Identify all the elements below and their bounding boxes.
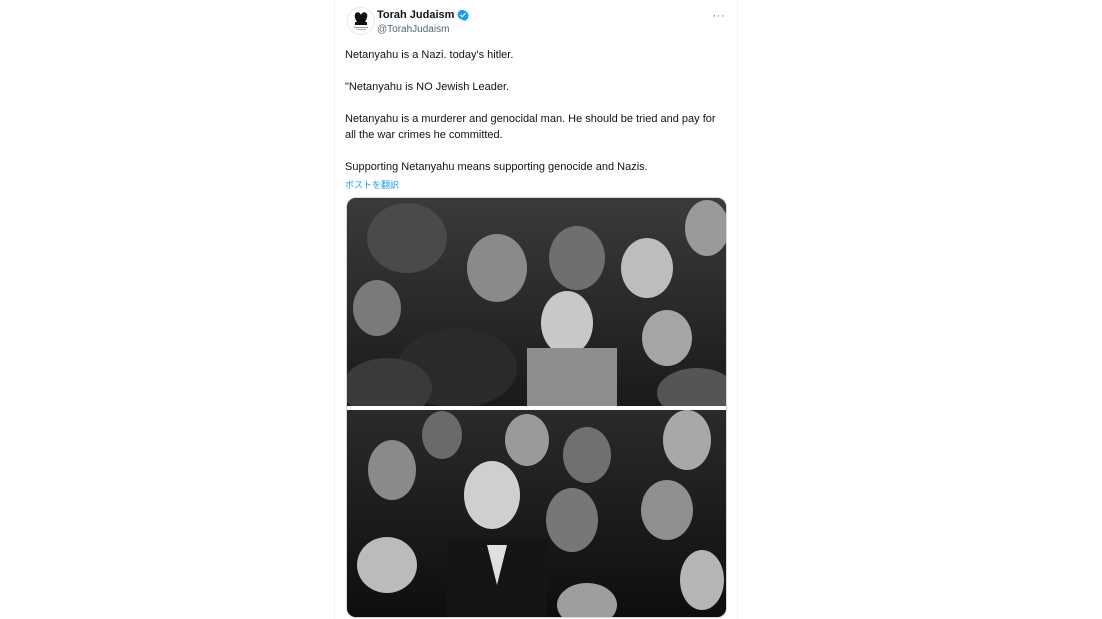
tweet-paragraph: "Netanyahu is NO Jewish Leader. (345, 81, 510, 93)
modern-crowd-photo[interactable] (347, 410, 726, 617)
translate-post-link[interactable]: ポストを翻訳 (345, 177, 720, 193)
tweet-text: Netanyahu is a Nazi. today's hitler. "Ne… (345, 47, 720, 193)
historical-crowd-photo[interactable] (347, 198, 726, 406)
name-row: Torah Judaism (377, 9, 470, 21)
verified-badge-icon (457, 9, 470, 21)
tweet-header: Torah Judaism @TorahJudaism ··· (347, 6, 727, 40)
page: Torah Judaism @TorahJudaism ··· Netanyah… (0, 0, 1102, 619)
tweet-paragraph: Netanyahu is a murderer and genocidal ma… (345, 113, 716, 141)
tweet-paragraph: Netanyahu is a Nazi. today's hitler. (345, 49, 514, 61)
user-handle[interactable]: @TorahJudaism (377, 24, 449, 35)
tweet-card: Torah Judaism @TorahJudaism ··· Netanyah… (334, 0, 738, 619)
avatar[interactable] (347, 7, 375, 35)
more-options-icon[interactable]: ··· (713, 10, 726, 22)
tweet-media[interactable] (346, 197, 727, 618)
tweet-paragraph: Supporting Netanyahu means supporting ge… (345, 161, 648, 173)
avatar-logo-icon (348, 8, 374, 34)
display-name[interactable]: Torah Judaism (377, 9, 454, 21)
